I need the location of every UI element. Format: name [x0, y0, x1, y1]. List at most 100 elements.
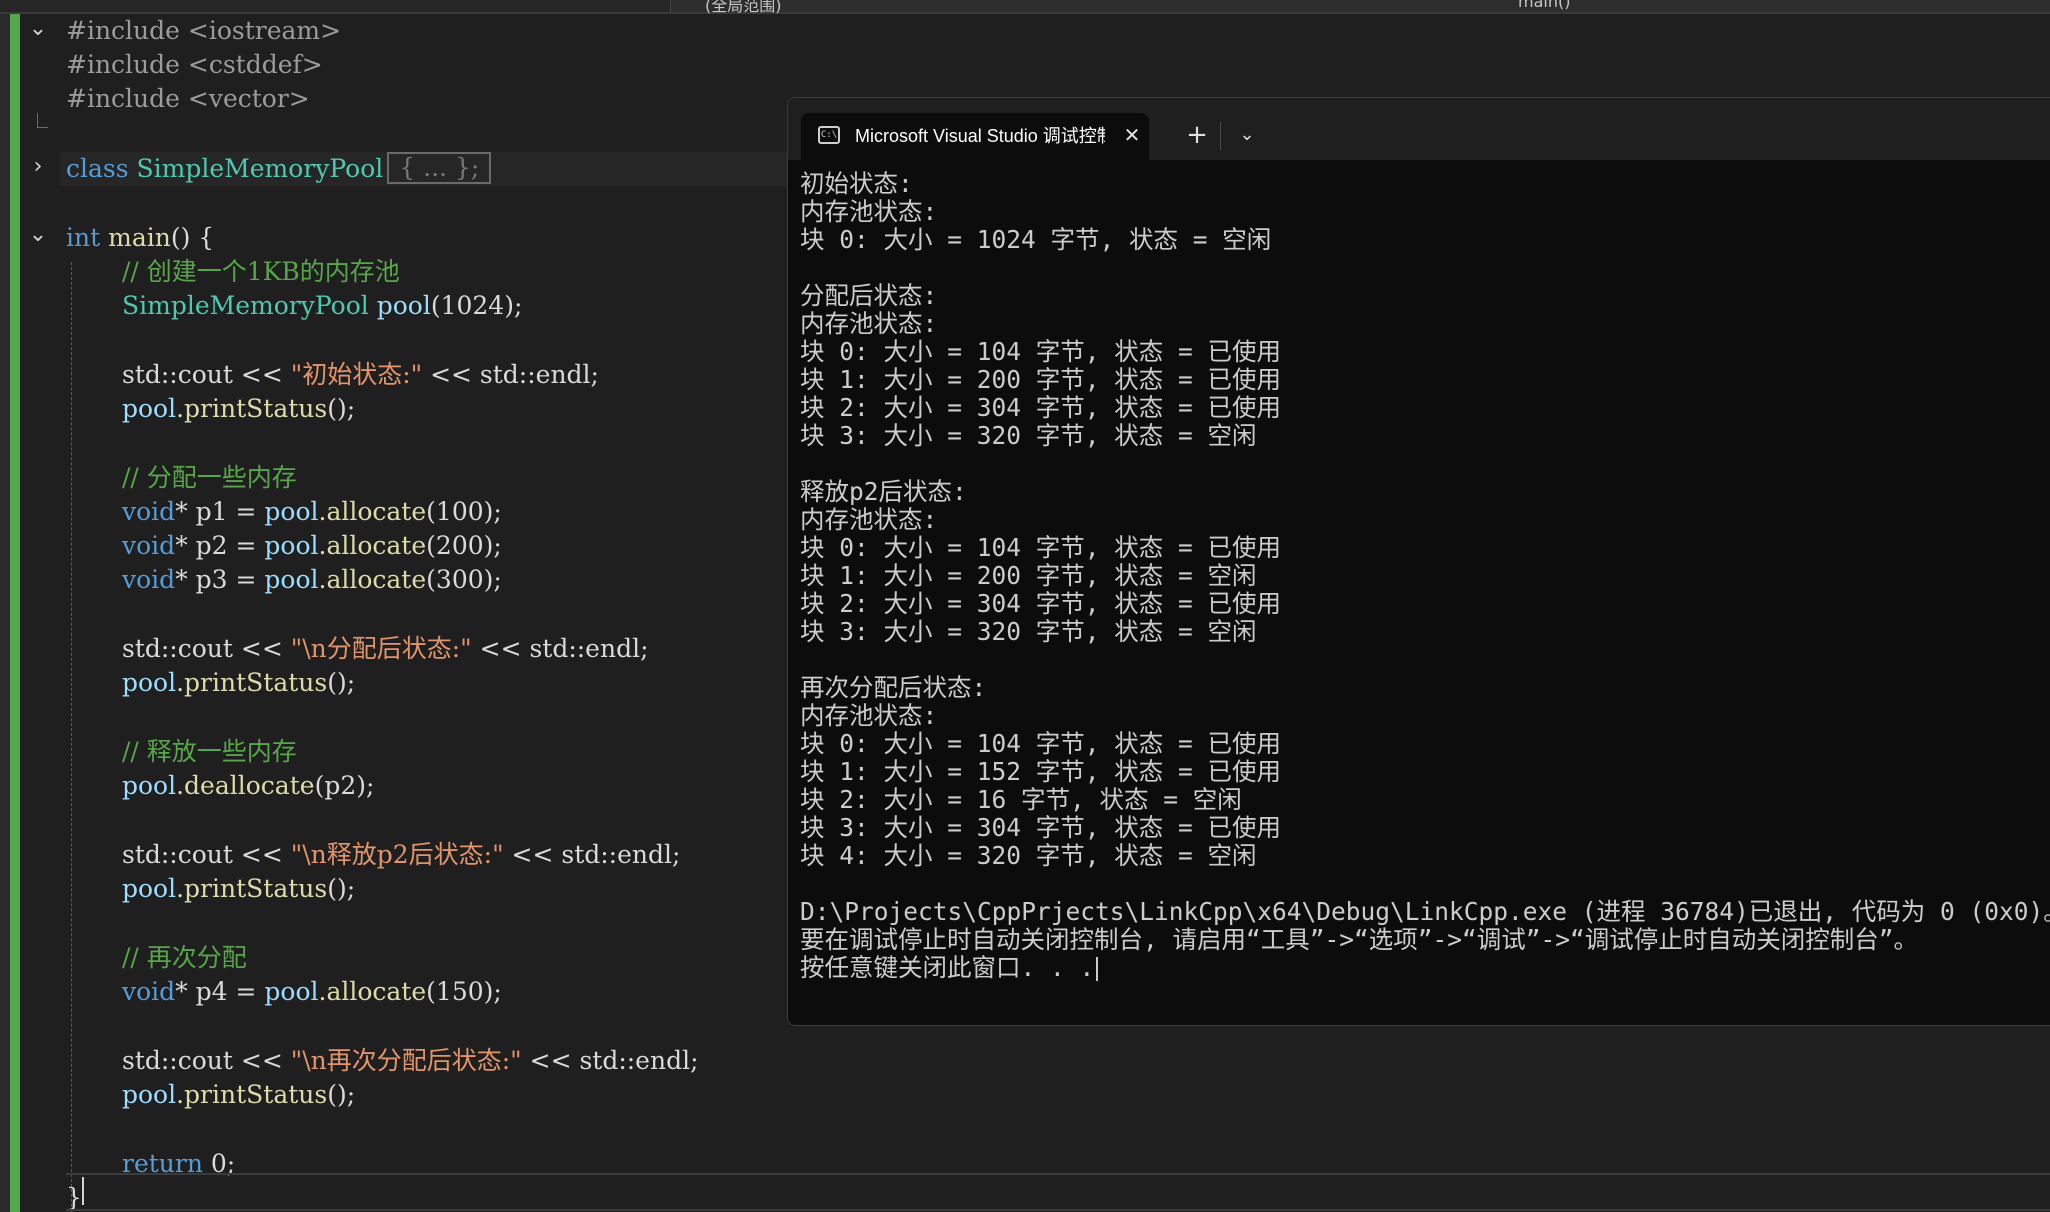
- chevron-down-icon[interactable]: ⌄: [1232, 120, 1262, 150]
- code-text: (200);: [426, 531, 502, 560]
- debug-console-window[interactable]: C:\ Microsoft Visual Studio 调试控制台 ✕ + ⌄ …: [787, 97, 2050, 1026]
- console-output-line: 内存池状态:: [800, 309, 938, 338]
- code-text: * p4 =: [175, 977, 265, 1006]
- method-call: .allocate: [318, 565, 427, 594]
- chevron-down-icon[interactable]: ⌄: [26, 223, 50, 247]
- code-line: void* p4 = pool.allocate(150);: [122, 975, 502, 1009]
- chevron-down-icon[interactable]: ⌄: [26, 17, 50, 41]
- current-line-box: [66, 1173, 2050, 1211]
- plus-icon[interactable]: +: [1182, 120, 1212, 150]
- variable: pool: [264, 531, 319, 560]
- console-cursor: [1096, 957, 1099, 981]
- console-output-line: 按任意键关闭此窗口. . .: [800, 954, 2050, 982]
- variable: pool: [264, 565, 319, 594]
- console-output-line: 块 1: 大小 = 200 字节, 状态 = 空闲: [800, 561, 1257, 590]
- code-text: std::cout <<: [122, 1046, 291, 1075]
- preprocessor-directive: #include <cstddef>: [66, 50, 323, 79]
- code-line: void* p1 = pool.allocate(100);: [122, 495, 502, 529]
- variable: pool: [122, 874, 177, 903]
- console-output-line: 块 1: 大小 = 200 字节, 状态 = 已使用: [800, 365, 1282, 394]
- code-line: std::cout << "初始状态:" << std::endl;: [122, 358, 599, 392]
- code-line: pool.printStatus();: [122, 392, 355, 426]
- member-label: main(): [1518, 0, 1571, 11]
- code-line: void* p2 = pool.allocate(200);: [122, 529, 502, 563]
- console-output-line: 再次分配后状态:: [800, 673, 987, 702]
- console-output-line: 释放p2后状态:: [800, 477, 967, 506]
- code-line: // 再次分配: [122, 941, 247, 975]
- close-icon[interactable]: ✕: [1119, 122, 1145, 148]
- keyword: int: [66, 223, 101, 252]
- collapsed-region[interactable]: { ... };: [387, 152, 492, 184]
- code-text: * p3 =: [175, 565, 265, 594]
- console-output-line: D:\Projects\CppPrjects\LinkCpp\x64\Debug…: [800, 897, 2050, 926]
- indent-guide: [71, 262, 72, 1212]
- console-titlebar[interactable]: C:\ Microsoft Visual Studio 调试控制台 ✕ + ⌄: [788, 98, 2050, 160]
- method-call: .allocate: [318, 497, 427, 526]
- fold-region-end: [37, 113, 48, 128]
- code-text: << std::endl;: [521, 1046, 699, 1075]
- code-line: #include <cstddef>: [66, 48, 323, 82]
- string-literal: "\n分配后状态:": [290, 634, 472, 663]
- code-line: SimpleMemoryPool pool(1024);: [122, 289, 522, 323]
- keyword: void: [122, 497, 176, 526]
- text-caret: [82, 1177, 84, 1205]
- code-line: pool.deallocate(p2);: [122, 769, 374, 803]
- code-line: pool.printStatus();: [122, 1078, 355, 1112]
- code-line: pool.printStatus();: [122, 872, 355, 906]
- console-output-line: 块 4: 大小 = 320 字节, 状态 = 空闲: [800, 841, 1257, 870]
- keyword: class: [66, 154, 129, 183]
- terminal-icon: C:\: [818, 126, 840, 144]
- variable: pool: [264, 497, 319, 526]
- code-line: void* p3 = pool.allocate(300);: [122, 563, 502, 597]
- code-text: ();: [327, 394, 356, 423]
- code-text: std::cout <<: [122, 360, 291, 389]
- console-output-line: 块 0: 大小 = 104 字节, 状态 = 已使用: [800, 533, 1282, 562]
- variable: pool: [122, 1080, 177, 1109]
- change-tracking-bar: [10, 14, 20, 1212]
- code-text: * p1 =: [175, 497, 265, 526]
- function-name: main: [108, 223, 171, 252]
- comment: // 分配一些内存: [122, 463, 297, 492]
- code-text: () {: [170, 223, 215, 252]
- string-literal: "初始状态:": [290, 360, 423, 389]
- code-line: // 分配一些内存: [122, 461, 297, 495]
- console-output-line: 块 3: 大小 = 320 字节, 状态 = 空闲: [800, 617, 1257, 646]
- console-output-line: 分配后状态:: [800, 281, 938, 310]
- method-call: .printStatus: [176, 668, 328, 697]
- string-literal: "\n释放p2后状态:": [290, 840, 504, 869]
- code-text: std::cout <<: [122, 634, 291, 663]
- method-call: .printStatus: [176, 1080, 328, 1109]
- code-line: class SimpleMemoryPool{ ... };: [66, 152, 492, 186]
- console-tab[interactable]: C:\ Microsoft Visual Studio 调试控制台 ✕: [801, 113, 1149, 160]
- scope-dropdown[interactable]: [670, 0, 1482, 12]
- code-line: int main() {: [66, 221, 214, 255]
- navigation-bar: (全局范围) main(): [0, 0, 2050, 15]
- preprocessor-directive: #include <iostream>: [66, 16, 342, 45]
- code-text: (1024);: [430, 291, 523, 320]
- console-output-line: 块 0: 大小 = 1024 字节, 状态 = 空闲: [800, 225, 1272, 254]
- code-line: std::cout << "\n分配后状态:" << std::endl;: [122, 632, 649, 666]
- code-line: pool.printStatus();: [122, 666, 355, 700]
- console-output-line: 块 2: 大小 = 304 字节, 状态 = 已使用: [800, 393, 1282, 422]
- comment: // 再次分配: [122, 943, 247, 972]
- console-output-line: 内存池状态:: [800, 197, 938, 226]
- preprocessor-directive: #include <vector>: [66, 84, 310, 113]
- code-text: ();: [327, 1080, 356, 1109]
- console-output[interactable]: 初始状态: 内存池状态: 块 0: 大小 = 1024 字节, 状态 = 空闲 分配后…: [800, 170, 2050, 1025]
- chevron-right-icon[interactable]: ›: [26, 155, 50, 179]
- keyword: void: [122, 565, 176, 594]
- code-line: std::cout << "\n释放p2后状态:" << std::endl;: [122, 838, 680, 872]
- code-line: #include <vector>: [66, 82, 310, 116]
- console-output-line: 初始状态:: [800, 170, 913, 198]
- keyword: void: [122, 977, 176, 1006]
- console-output-line: 块 0: 大小 = 104 字节, 状态 = 已使用: [800, 729, 1282, 758]
- code-text: ();: [327, 668, 356, 697]
- console-output-line: 内存池状态:: [800, 505, 938, 534]
- type-name: SimpleMemoryPool: [122, 291, 369, 320]
- variable: pool: [122, 771, 177, 800]
- comment: // 创建一个1KB的内存池: [122, 257, 400, 286]
- variable: pool: [122, 394, 177, 423]
- code-text: * p2 =: [175, 531, 265, 560]
